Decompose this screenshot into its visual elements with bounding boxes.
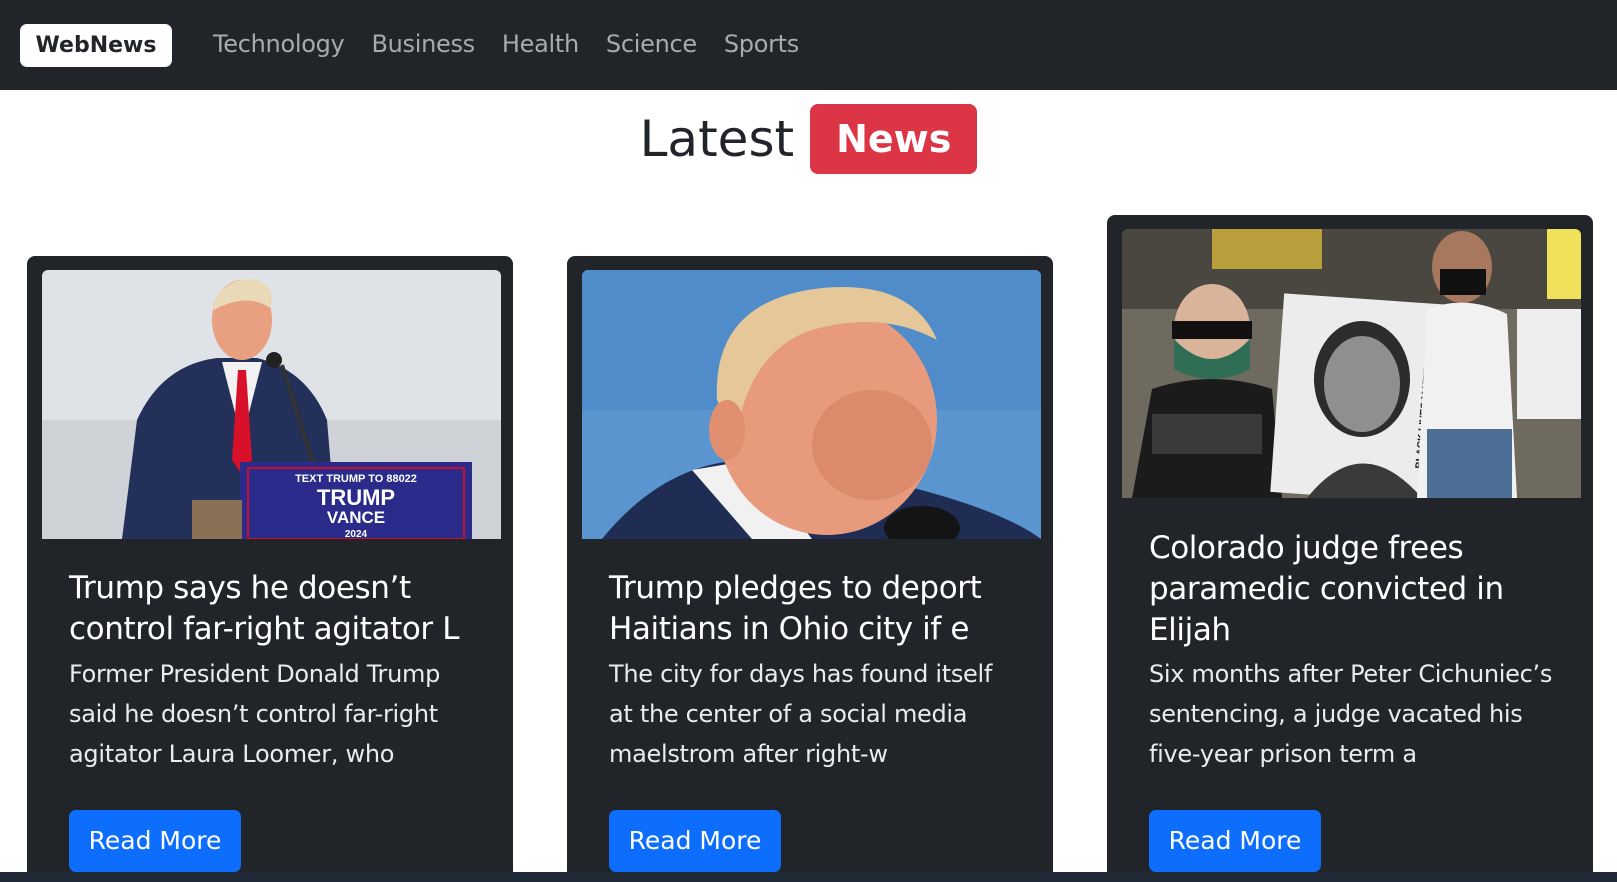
card-image-protest[interactable]: BLACK LIVES MATTER (1122, 229, 1581, 498)
window-bottom-edge (0, 872, 1617, 882)
top-navbar: WebNews Technology Business Health Scien… (0, 0, 1617, 90)
nav-link-sports[interactable]: Sports (724, 22, 799, 66)
read-more-button[interactable]: Read More (1149, 810, 1321, 872)
nav-link-technology[interactable]: Technology (213, 22, 345, 66)
nav-link-business[interactable]: Business (371, 22, 475, 66)
nav-link-health[interactable]: Health (502, 22, 579, 66)
page-title: Latest (639, 110, 795, 168)
closeup-photo (582, 270, 1041, 539)
read-more-button[interactable]: Read More (609, 810, 781, 872)
protest-photo: BLACK LIVES MATTER (1122, 229, 1581, 498)
card-title: Colorado judge frees paramedic convicted… (1149, 530, 1504, 648)
news-card-1: TEXT TRUMP TO 88022 TRUMP VANCE 2024 Tru… (27, 256, 513, 882)
podium-photo: TEXT TRUMP TO 88022 TRUMP VANCE 2024 (42, 270, 501, 539)
news-card-2: Trump pledges to deport Haitians in Ohio… (567, 256, 1053, 882)
card-title: Trump says he doesn’t control far-right … (69, 570, 460, 647)
brand-logo-button[interactable]: WebNews (20, 24, 172, 67)
page-heading: Latest News (0, 104, 1617, 174)
card-text: Former President Donald Trump said he do… (69, 660, 441, 768)
nav-link-science[interactable]: Science (606, 22, 697, 66)
sign-line-4: 2024 (345, 529, 368, 539)
card-image-trump-closeup[interactable] (582, 270, 1041, 539)
card-text: The city for days has found itself at th… (609, 660, 993, 768)
news-card-3: BLACK LIVES MATTER Colorado judge frees … (1107, 215, 1593, 882)
card-title: Trump pledges to deport Haitians in Ohio… (609, 570, 982, 647)
sign-line-1: TEXT TRUMP TO 88022 (295, 473, 417, 485)
nav-links: Technology Business Health Science Sport… (213, 22, 799, 66)
sign-line-3: VANCE (327, 508, 385, 527)
sign-line-2: TRUMP (317, 485, 395, 510)
card-image-trump-podium[interactable]: TEXT TRUMP TO 88022 TRUMP VANCE 2024 (42, 270, 501, 539)
read-more-button[interactable]: Read More (69, 810, 241, 872)
card-text: Six months after Peter Cichuniec’s sente… (1149, 660, 1553, 768)
news-badge: News (810, 104, 978, 174)
